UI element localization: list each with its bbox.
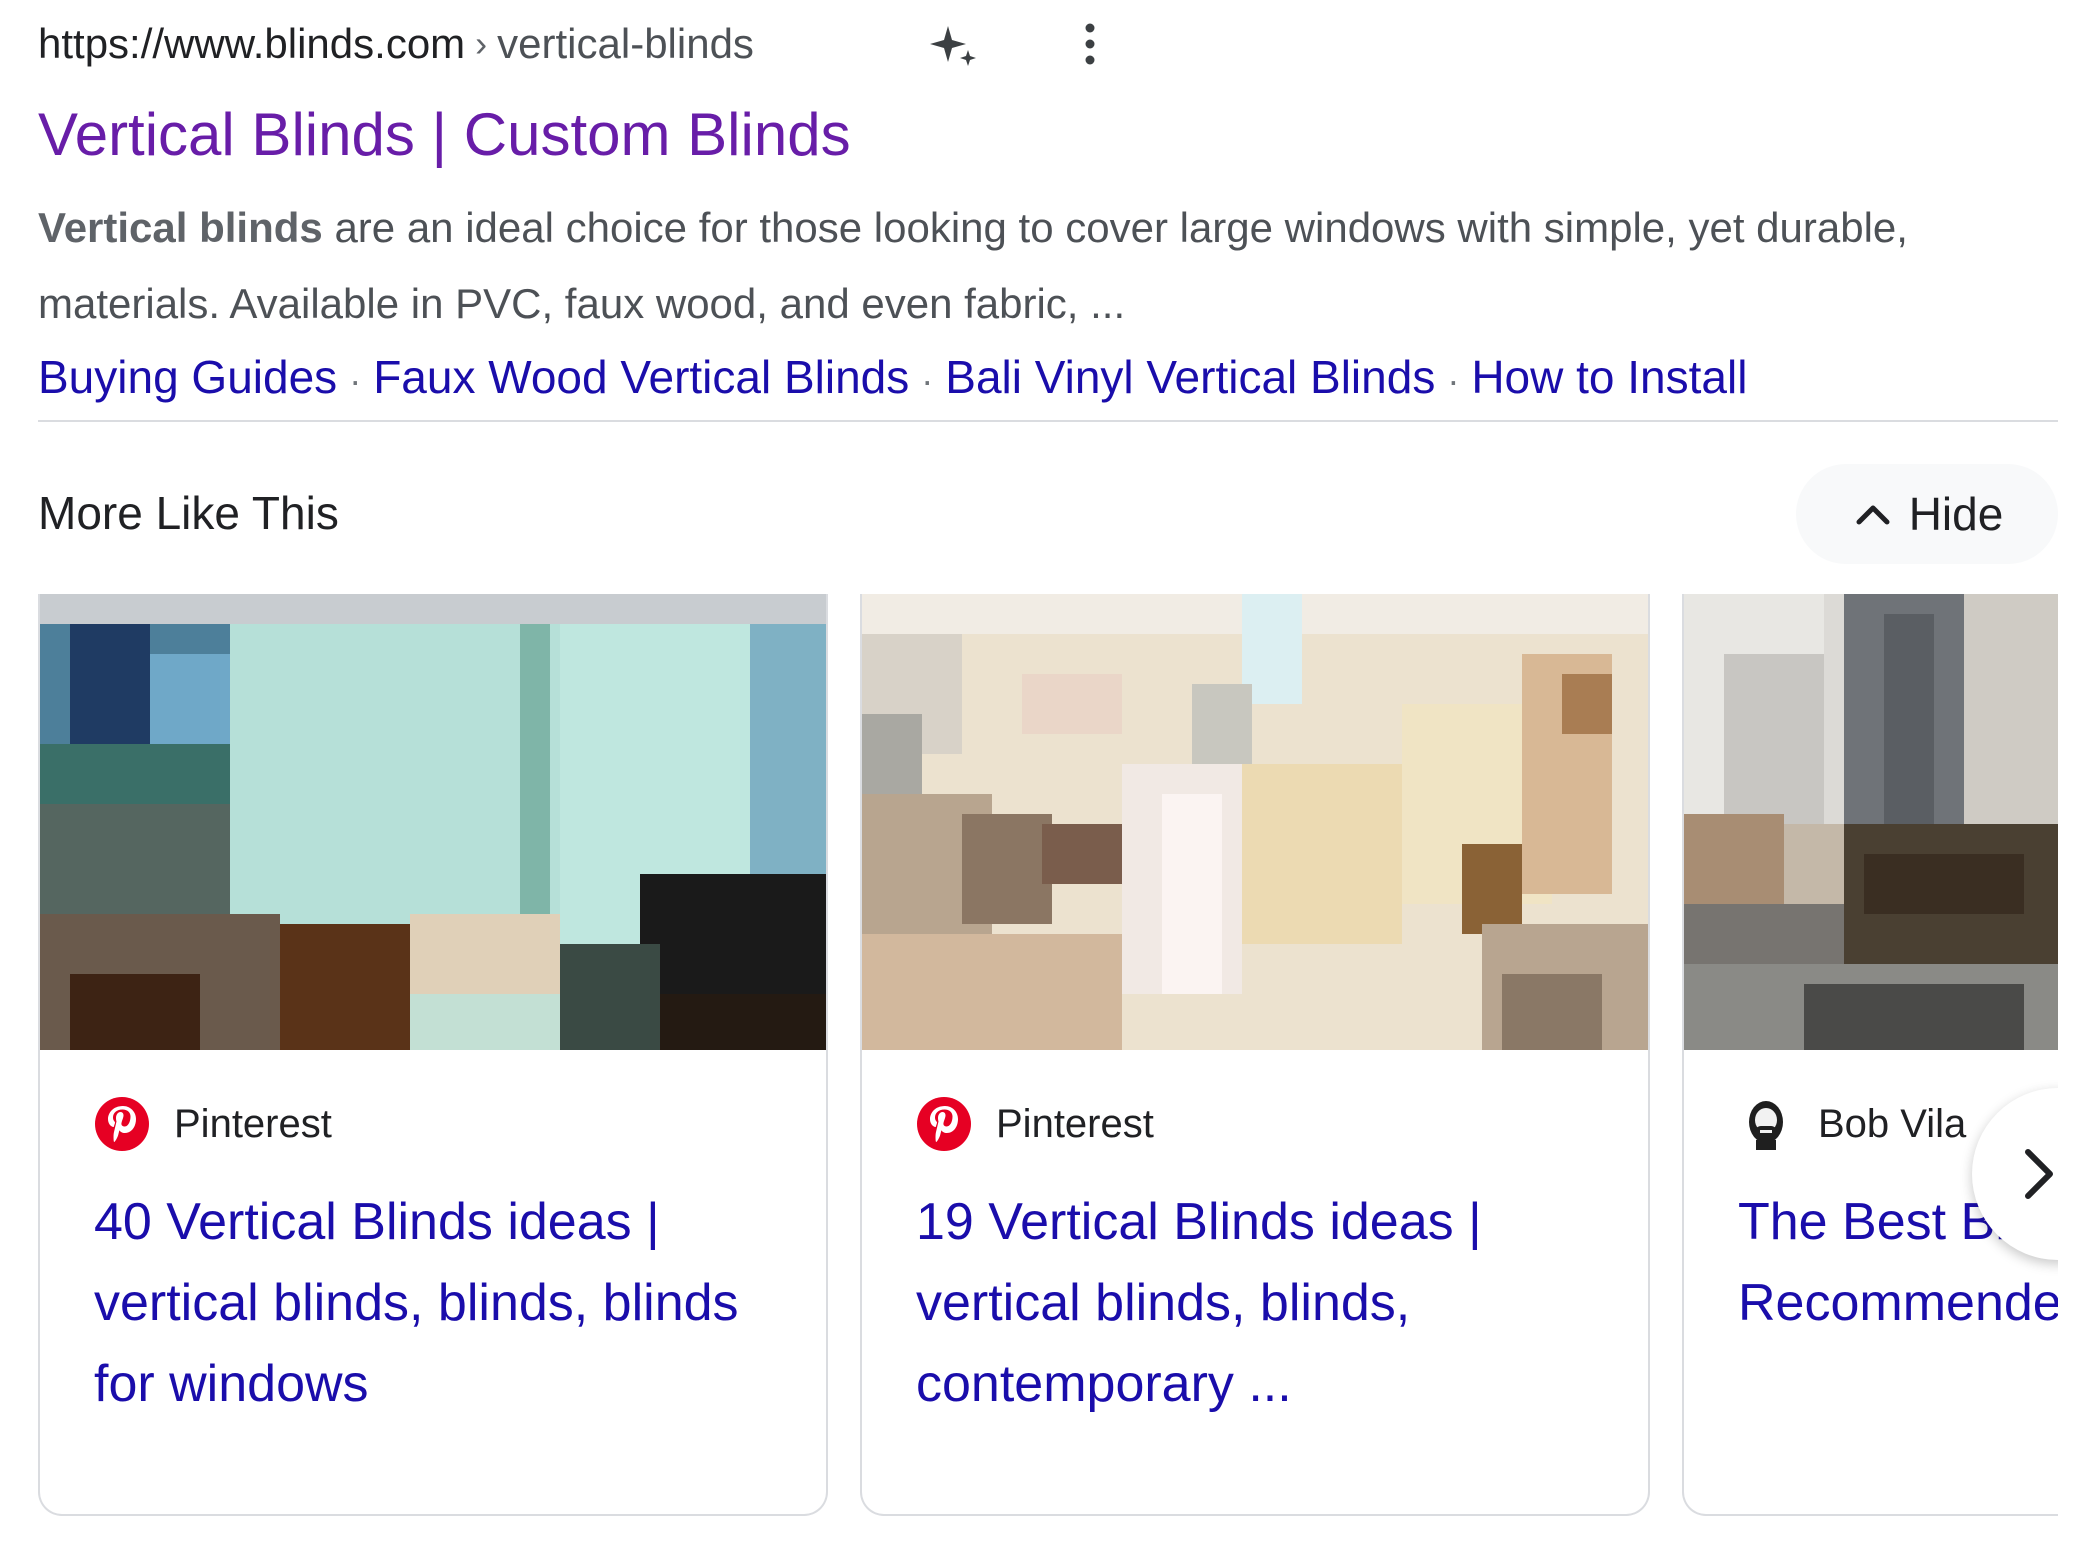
more-like-this-carousel: Pinterest 40 Vertical Blinds ideas | ver… <box>38 594 2058 1524</box>
card-source-name: Bob Vila <box>1818 1101 1967 1146</box>
sparkle-icon[interactable] <box>926 18 982 74</box>
card-thumbnail[interactable] <box>862 594 1650 1050</box>
more-options-icon[interactable] <box>1078 20 1102 68</box>
sitelink-separator: · <box>921 360 934 401</box>
card-source-name: Pinterest <box>996 1101 1154 1146</box>
divider <box>38 420 2058 422</box>
snippet-highlight: Vertical blinds <box>38 204 323 251</box>
card-source: Pinterest <box>94 1096 332 1152</box>
pinterest-icon <box>917 1097 971 1151</box>
chevron-right-icon <box>2025 1149 2053 1199</box>
sitelink-bali-vinyl[interactable]: Bali Vinyl Vertical Blinds <box>945 351 1435 403</box>
related-card[interactable]: Pinterest 40 Vertical Blinds ideas | ver… <box>38 594 828 1516</box>
hide-button[interactable]: Hide <box>1796 464 2058 564</box>
hide-label: Hide <box>1908 488 2004 540</box>
card-title-link[interactable]: 19 Vertical Blinds ideas | vertical blin… <box>916 1182 1616 1425</box>
sitelink-separator: · <box>349 360 362 401</box>
url-domain[interactable]: https://www.blinds.com <box>38 20 465 68</box>
sitelink-buying-guides[interactable]: Buying Guides <box>38 351 337 403</box>
bob-vila-avatar-icon <box>1749 1101 1783 1150</box>
more-like-this-heading: More Like This <box>38 487 339 539</box>
card-title-link[interactable]: 40 Vertical Blinds ideas | vertical blin… <box>94 1182 794 1425</box>
card-thumbnail[interactable] <box>40 594 828 1050</box>
url-path[interactable]: vertical-blinds <box>497 20 754 68</box>
url-separator: › <box>475 23 488 64</box>
card-source-name: Pinterest <box>174 1101 332 1146</box>
sitelink-how-to-install[interactable]: How to Install <box>1471 351 1747 403</box>
card-source: Pinterest <box>916 1096 1154 1152</box>
result-title-link[interactable]: Vertical Blinds | Custom Blinds <box>38 95 851 175</box>
sitelink-faux-wood[interactable]: Faux Wood Vertical Blinds <box>373 351 909 403</box>
result-snippet: Vertical blinds are an ideal choice for … <box>38 190 2038 342</box>
card-thumbnail[interactable] <box>1684 594 2058 1050</box>
related-card[interactable]: Bob Vila The Best Blinds Recommended <box>1682 594 2058 1516</box>
sitelinks: Buying Guides · Faux Wood Vertical Blinds ·… <box>38 342 1747 416</box>
card-source: Bob Vila <box>1738 1096 1966 1152</box>
result-url[interactable]: https://www.blinds.com › vertical-blinds <box>38 14 754 74</box>
related-card[interactable]: Pinterest 19 Vertical Blinds ideas | ver… <box>860 594 1650 1516</box>
pinterest-icon <box>95 1097 149 1151</box>
chevron-up-icon <box>1856 505 1890 525</box>
sitelink-separator: · <box>1447 360 1460 401</box>
